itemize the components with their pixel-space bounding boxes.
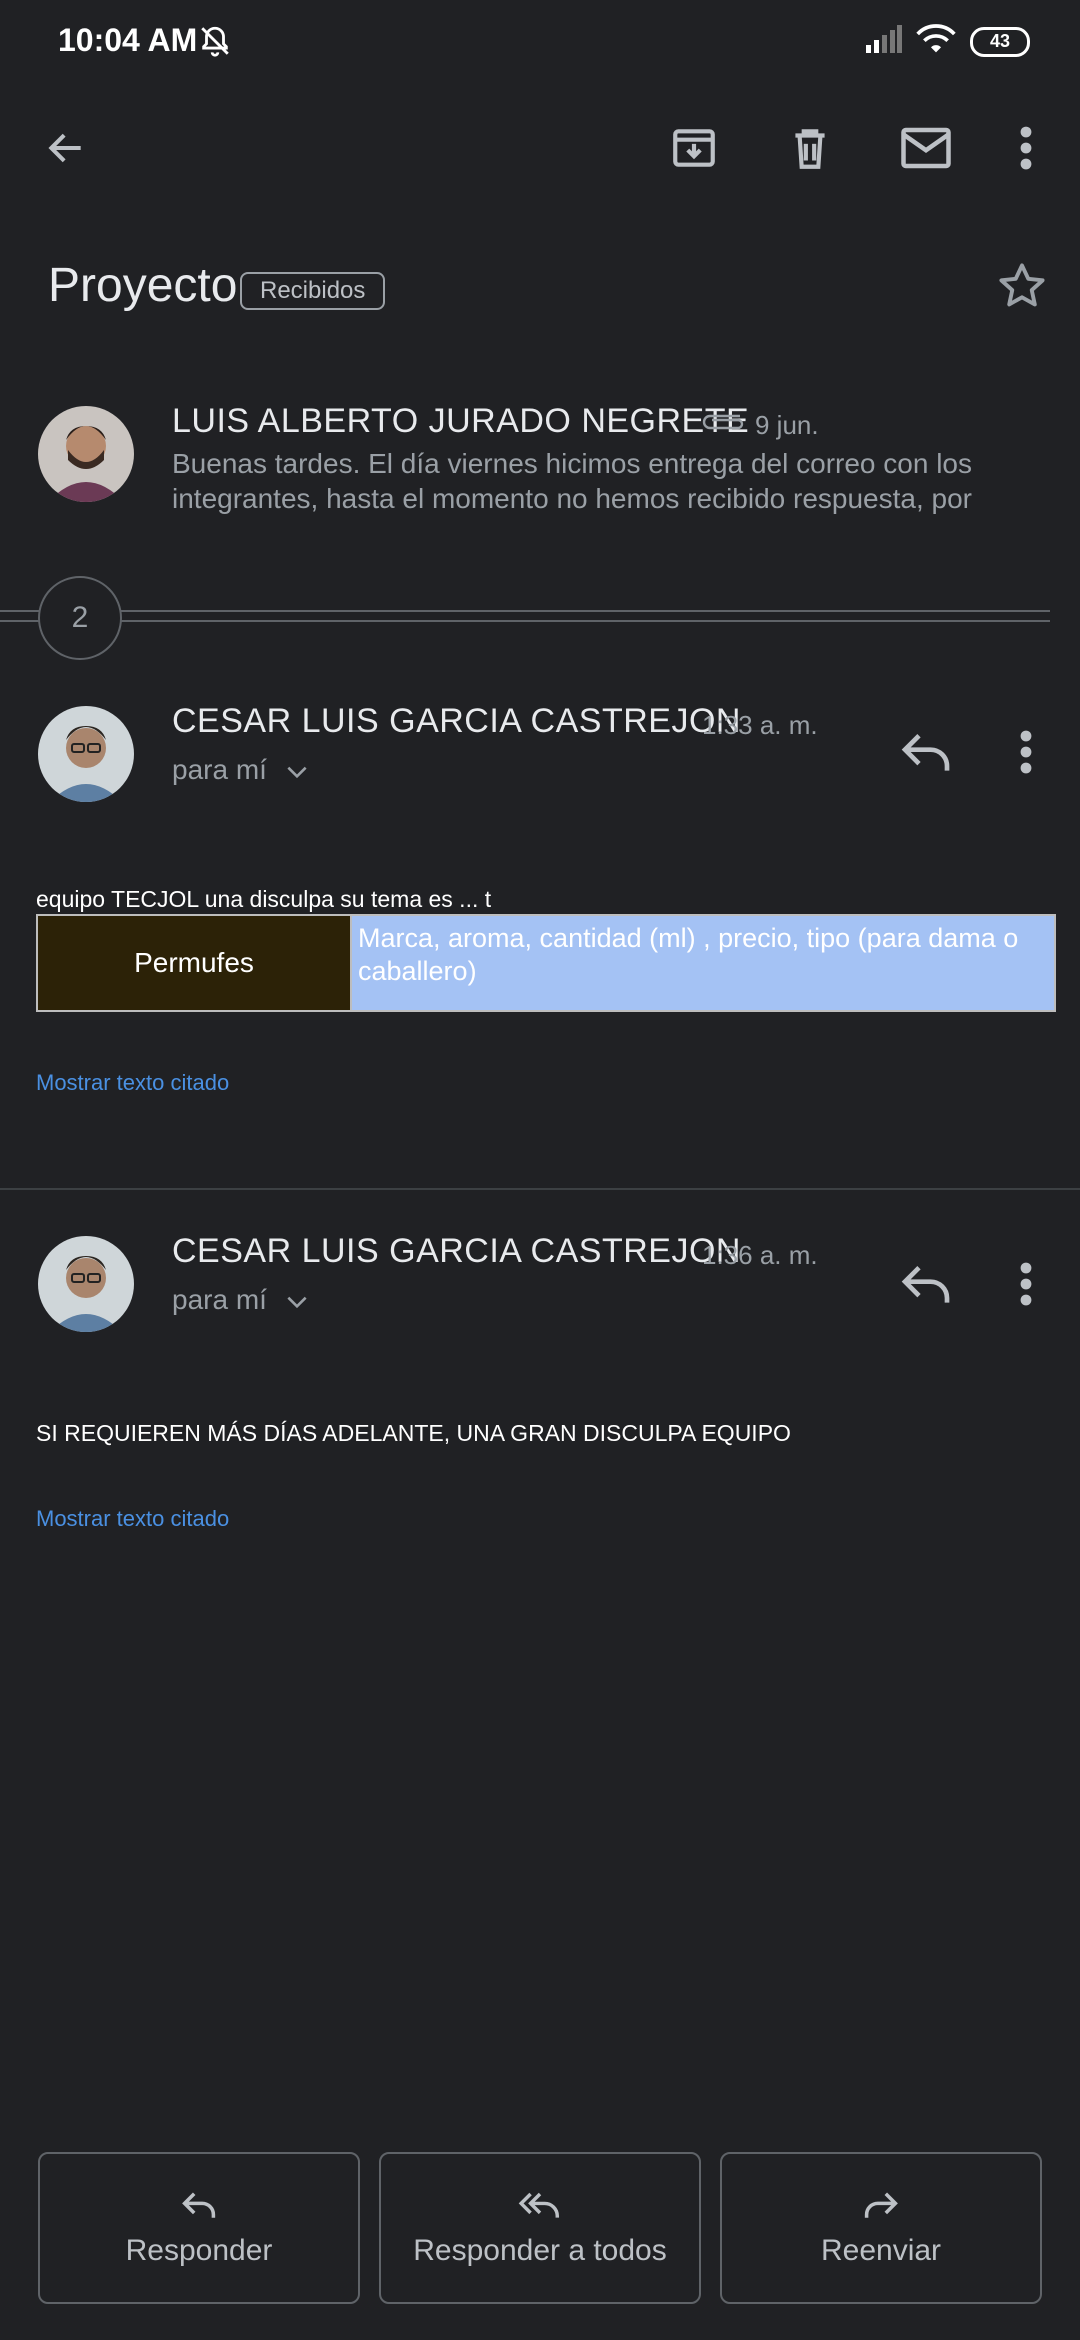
show-quoted-text-link[interactable]: Mostrar texto citado — [36, 1070, 229, 1096]
reply-label: Responder — [125, 2233, 273, 2267]
status-icons: 43 — [866, 24, 1030, 59]
table-cell: Permufes — [36, 914, 352, 1012]
wifi-icon — [916, 24, 956, 59]
attachment-icon — [700, 408, 744, 435]
chevron-down-icon[interactable] — [284, 1292, 310, 1317]
reply-all-button[interactable]: Responder a todos — [379, 2152, 701, 2304]
collapsed-divider-top — [0, 610, 1050, 612]
reply-icon — [179, 2189, 219, 2226]
sender-name: CESAR LUIS GARCIA CASTREJON — [172, 702, 741, 740]
label-chip[interactable]: Recibidos — [240, 272, 386, 310]
recipient-label[interactable]: para mí — [172, 1284, 267, 1316]
email-subject: Proyecto — [48, 259, 238, 312]
signal-icon — [866, 25, 902, 58]
message-date: 9 jun. — [755, 410, 819, 440]
content-table: Permufes Marca, aroma, cantidad (ml) , p… — [36, 914, 1056, 1012]
avatar — [38, 706, 134, 802]
show-quoted-text-link[interactable]: Mostrar texto citado — [36, 1506, 229, 1532]
table-cell: Marca, aroma, cantidad (ml) , precio, ti… — [350, 914, 1056, 1012]
more-vert-icon[interactable] — [1020, 1262, 1032, 1311]
avatar — [38, 406, 134, 502]
battery-indicator: 43 — [970, 26, 1030, 57]
message-separator — [0, 1188, 1080, 1190]
reply-icon[interactable] — [898, 728, 954, 781]
delete-icon[interactable] — [780, 118, 840, 178]
reply-button[interactable]: Responder — [38, 2152, 360, 2304]
forward-icon — [861, 2189, 901, 2226]
sender-name: LUIS ALBERTO JURADO NEGRETE — [172, 402, 750, 440]
back-arrow-icon[interactable] — [36, 118, 96, 178]
reply-all-label: Responder a todos — [413, 2233, 667, 2267]
forward-label: Reenviar — [820, 2233, 942, 2267]
collapsed-divider-bottom — [0, 620, 1050, 622]
more-vert-icon[interactable] — [996, 118, 1056, 178]
forward-button[interactable]: Reenviar — [720, 2152, 1042, 2304]
archive-icon[interactable] — [664, 118, 724, 178]
message-snippet[interactable]: Buenas tardes. El día viernes hicimos en… — [172, 446, 1012, 516]
more-vert-icon[interactable] — [1020, 730, 1032, 779]
notifications-muted-icon — [198, 24, 232, 63]
recipient-label[interactable]: para mí — [172, 754, 267, 786]
chevron-down-icon[interactable] — [284, 762, 310, 787]
hidden-messages-count[interactable]: 2 — [38, 576, 122, 660]
star-icon[interactable] — [996, 260, 1048, 317]
message-time: 1:33 a. m. — [702, 710, 818, 740]
sender-name: CESAR LUIS GARCIA CASTREJON — [172, 1232, 741, 1270]
reply-icon[interactable] — [898, 1260, 954, 1313]
message-time: 1:36 a. m. — [702, 1240, 818, 1270]
message-body: equipo TECJOL una disculpa su tema es ..… — [36, 886, 492, 912]
reply-all-icon — [518, 2189, 562, 2226]
mark-unread-icon[interactable] — [896, 118, 956, 178]
avatar — [38, 1236, 134, 1332]
message-body: SI REQUIEREN MÁS DÍAS ADELANTE, UNA GRAN… — [36, 1420, 791, 1446]
status-time: 10:04 AM — [58, 22, 198, 58]
